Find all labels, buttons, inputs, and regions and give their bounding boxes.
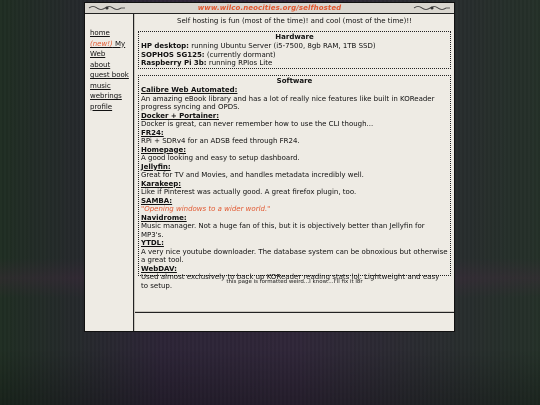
hardware-item-desc: running Ubuntu Server (i5-7500, 8gb RAM,…: [191, 42, 376, 50]
software-item-quote: "Opening windows to a wider world.": [141, 205, 271, 213]
hardware-item-name: Raspberry Pi 3b:: [141, 59, 207, 68]
hardware-item: SOPHOS SG125: (currently dormant): [141, 51, 448, 60]
software-item-desc: Great for TV and Movies, and handles met…: [141, 171, 364, 179]
hardware-heading: Hardware: [275, 33, 314, 41]
sidebar-item-music[interactable]: music: [90, 81, 133, 92]
sidebar-item-webrings[interactable]: webrings: [90, 91, 133, 102]
sidebar-item-profile[interactable]: profile: [90, 102, 133, 113]
software-item-name: YTDL:: [141, 239, 164, 247]
hardware-item-name: SOPHOS SG125:: [141, 50, 205, 59]
software-item-name: WebDAV:: [141, 264, 177, 273]
sidebar-item-guest-book[interactable]: guest book: [90, 70, 133, 81]
software-item-name: Homepage:: [141, 145, 187, 154]
software-item-desc: An amazing eBook library and has a lot o…: [141, 94, 435, 112]
new-badge: (new!): [90, 39, 113, 48]
software-item-name: Karakeep:: [141, 179, 182, 188]
page-tagline: Self hosting is fun (most of the time)! …: [177, 17, 412, 25]
footer-note: this page is formatted weird...I know...…: [226, 279, 363, 285]
main-content: Self hosting is fun (most of the time)! …: [135, 14, 454, 311]
hardware-item-name: HP desktop:: [141, 42, 189, 50]
software-item-name: SAMBA:: [141, 196, 173, 205]
sidebar-item-my-web[interactable]: (new!) My Web: [90, 39, 133, 60]
decorative-border-icon: [88, 6, 125, 10]
sidebar-item-about[interactable]: about: [90, 60, 133, 71]
software-box: Software Calibre Web Automated: An amazi…: [138, 75, 451, 290]
hardware-item: Raspberry Pi 3b: running RPIos Lite: [141, 59, 448, 68]
url-banner: www.wilco.neocities.org/selfhosted: [85, 3, 454, 14]
sidebar-nav: home (new!) My Web about guest book musi…: [85, 14, 134, 331]
site-url[interactable]: www.wilco.neocities.org/selfhosted: [198, 4, 342, 12]
sidebar-item-home[interactable]: home: [90, 28, 133, 39]
content-footer-bar: [135, 312, 454, 331]
hardware-box: Hardware HP desktop: running Ubuntu Serv…: [138, 31, 451, 69]
software-item-name: FR24:: [141, 128, 164, 137]
software-item-desc: RPi + SDRv4 for an ADSB feed through FR2…: [141, 137, 300, 145]
software-item-name: Jellyfin:: [141, 162, 171, 171]
software-item-desc: Docker is great, can never remember how …: [141, 120, 374, 128]
hardware-item-desc: running RPIos Lite: [208, 59, 273, 68]
hardware-item-desc: (currently dormant): [206, 50, 276, 59]
page-frame: www.wilco.neocities.org/selfhosted home …: [84, 2, 455, 332]
software-item-desc: A very nice youtube downloader. The data…: [141, 247, 448, 265]
decorative-border-icon: [413, 6, 450, 10]
software-heading: Software: [276, 77, 313, 85]
software-item-desc: A good looking and easy to setup dashboa…: [141, 154, 300, 162]
software-item-desc: Like if Pinterest was actually good. A g…: [141, 188, 357, 196]
software-item-name: Calibre Web Automated:: [141, 86, 238, 94]
software-item-desc: Music manager. Not a huge fan of this, b…: [141, 222, 425, 239]
software-item-name: Docker + Portainer:: [141, 111, 220, 120]
hardware-item: HP desktop: running Ubuntu Server (i5-75…: [141, 42, 448, 51]
software-item-name: Navidrome:: [141, 213, 187, 222]
